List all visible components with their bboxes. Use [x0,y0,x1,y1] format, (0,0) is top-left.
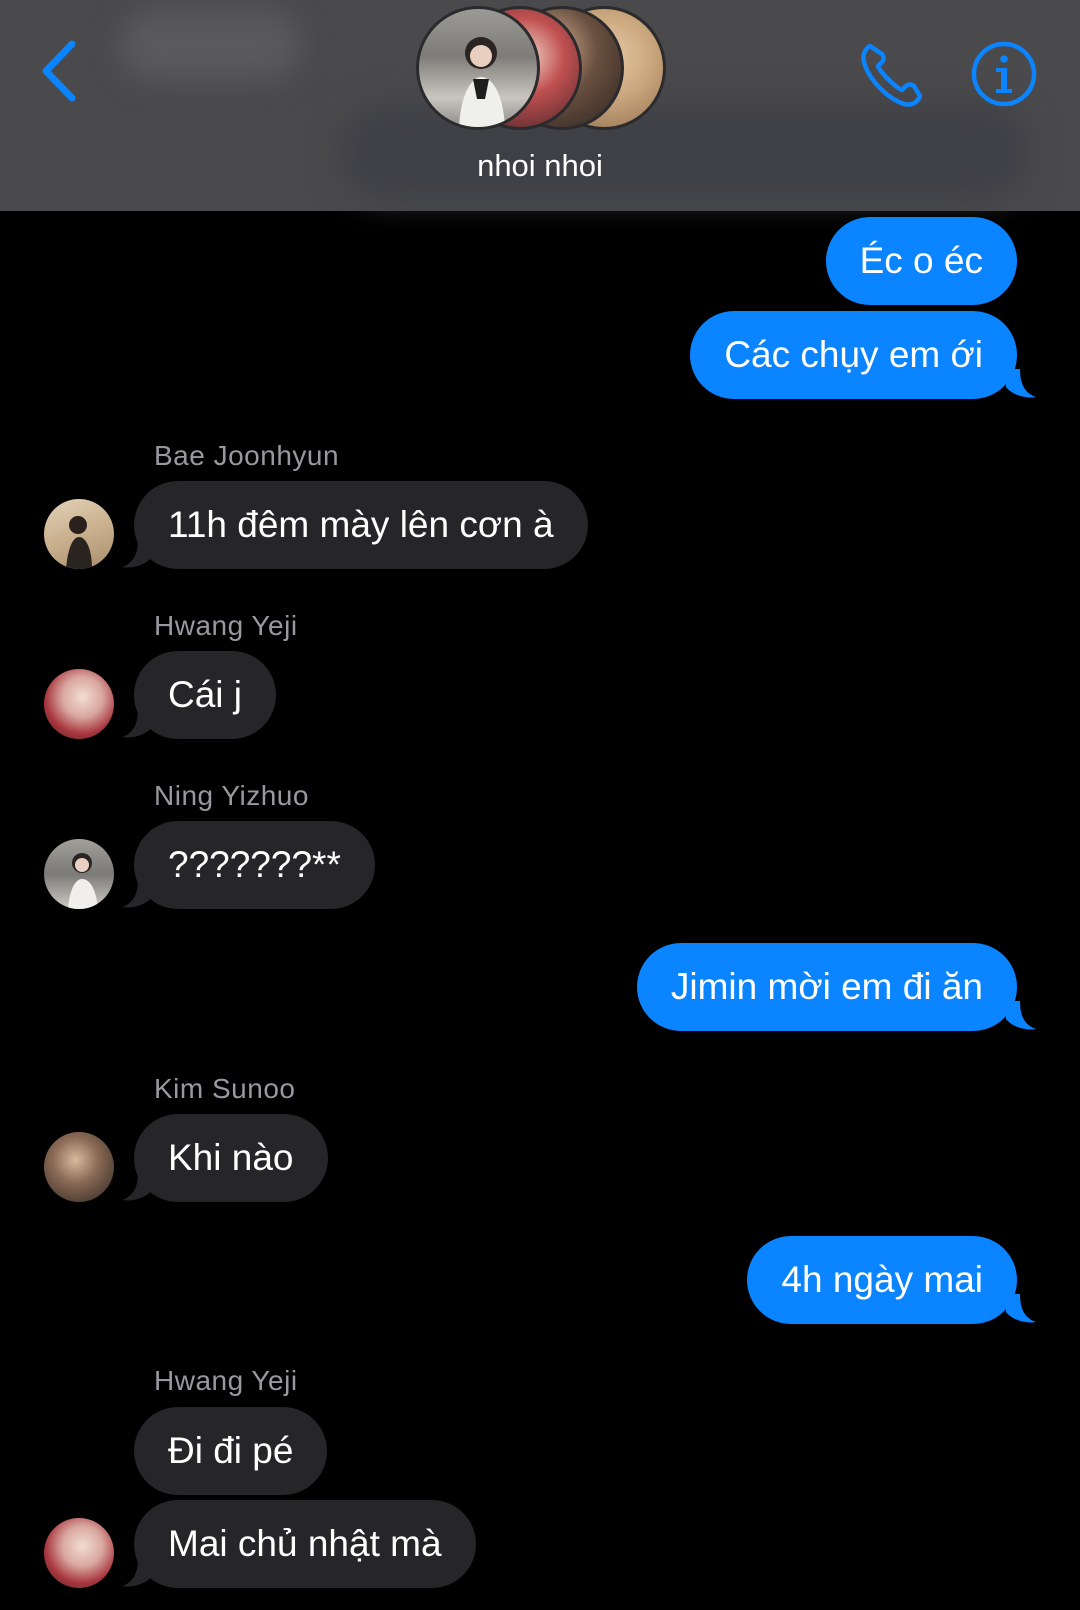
info-icon [971,41,1037,107]
avatar[interactable] [44,499,114,569]
incoming-message-bubble[interactable]: 11h đêm mày lên cơn à [134,481,588,569]
avatar[interactable] [44,1132,114,1202]
incoming-message-bubble[interactable]: Mai chủ nhật mà [134,1500,476,1588]
outgoing-message-bubble[interactable]: Éc o éc [825,217,1017,305]
bubble-tail [122,709,152,738]
bubble-tail [122,539,152,568]
bubble-tail [122,879,152,908]
incoming-message-bubble[interactable]: Cái j [134,651,277,739]
person-silhouette-icon [459,37,505,127]
outgoing-message-bubble[interactable]: Các chụy em ới [690,311,1017,399]
sender-name: Kim Sunoo [154,1073,296,1104]
bubble-tail [1006,369,1036,398]
avatar[interactable] [44,839,114,909]
incoming-message-bubble[interactable]: Khi nào [134,1114,328,1202]
bubble-tail [122,1172,152,1201]
incoming-message-bubble[interactable]: ???????** [134,821,375,909]
sender-name: Hwang Yeji [154,1365,298,1396]
person-silhouette-icon [68,853,98,909]
group-avatar [416,6,540,130]
incoming-message-bubble[interactable]: Đi đi pé [134,1407,328,1495]
back-button[interactable] [34,36,90,106]
bubble-tail [1006,1001,1036,1030]
sender-name: Bae Joonhyun [154,440,340,471]
person-silhouette-icon [66,516,92,569]
bubble-tail [1006,1294,1036,1323]
sender-name: Ning Yizhuo [154,780,309,811]
phone-icon [861,43,923,107]
info-button[interactable] [970,40,1038,108]
chevron-left-icon [42,40,76,102]
conversation-header: nhoi nhoi [0,0,1080,211]
outgoing-message-bubble[interactable]: Jimin mời em đi ăn [636,943,1017,1031]
outgoing-message-bubble[interactable]: 4h ngày mai [747,1236,1017,1324]
sender-name: Hwang Yeji [154,610,298,641]
call-button[interactable] [856,38,928,110]
blurred-region [120,10,300,80]
bubble-tail [122,1558,152,1587]
group-avatar-stack[interactable] [416,6,666,130]
conversation-title[interactable]: nhoi nhoi [0,146,1080,186]
avatar[interactable] [44,1518,114,1588]
avatar[interactable] [44,669,114,739]
